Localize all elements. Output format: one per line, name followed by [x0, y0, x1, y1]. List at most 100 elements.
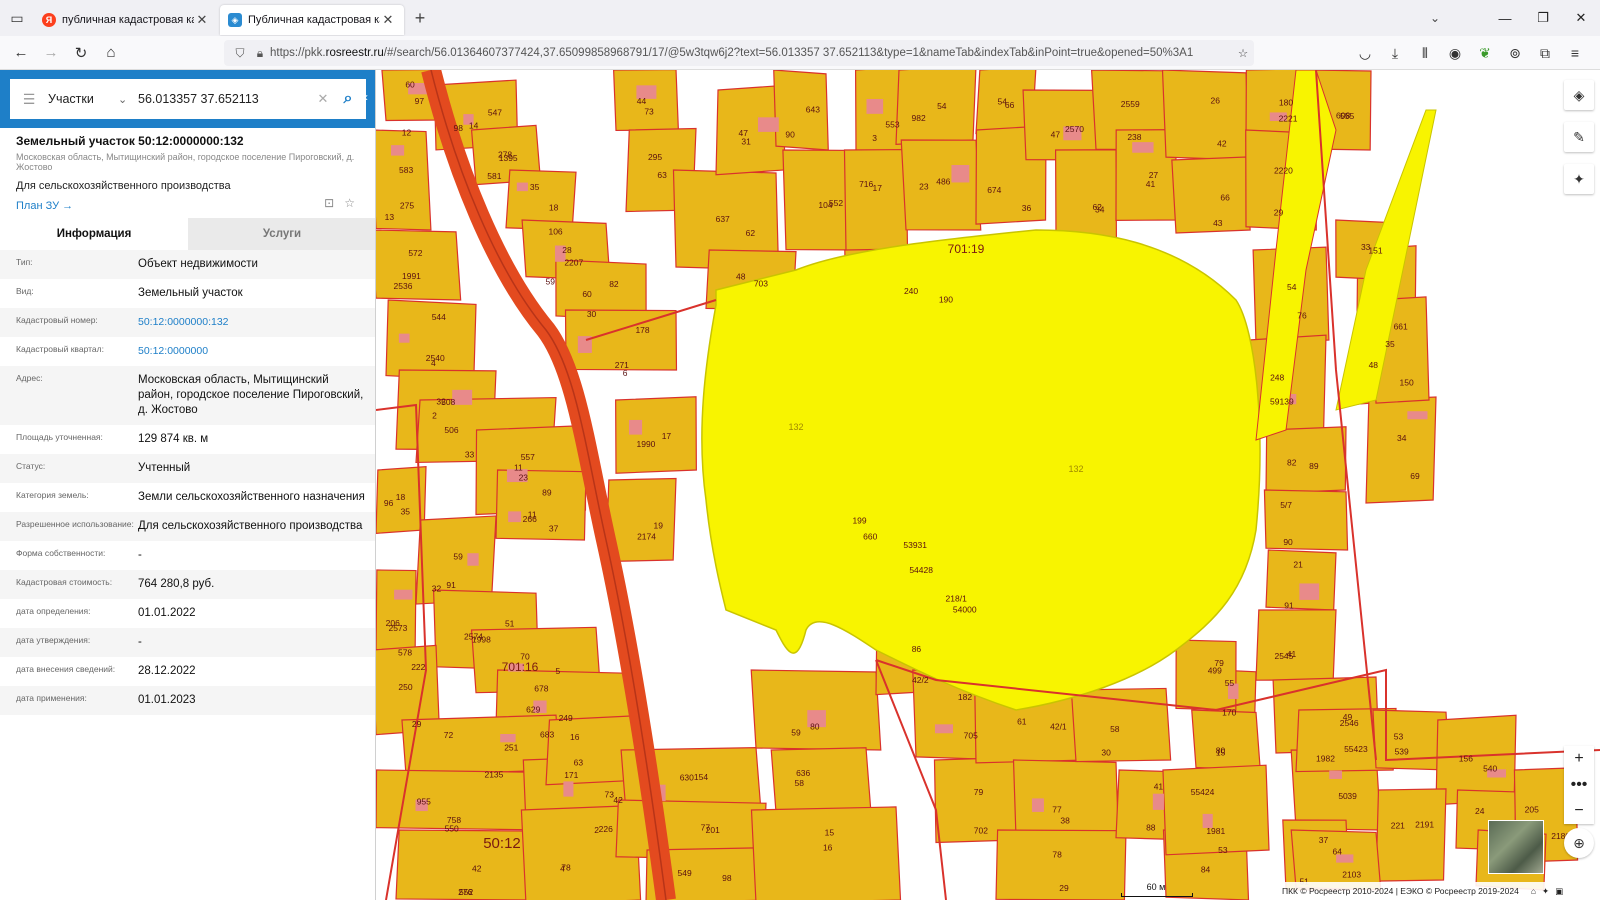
parcel-number-label: 54	[1287, 282, 1297, 292]
new-tab-button[interactable]: +	[406, 8, 434, 29]
tab-pkk[interactable]: ◈ Публичная кадастровая карта ✕	[220, 5, 404, 35]
tab-yandex[interactable]: Я публичная кадастровая карта ✕	[34, 5, 218, 35]
layers-icon[interactable]: ◈	[1564, 80, 1594, 110]
info-row-link[interactable]: 50:12:0000000	[138, 344, 366, 359]
home-icon[interactable]: ⌂	[96, 38, 126, 68]
parcel-number-label: 16	[823, 843, 833, 853]
compass-icon[interactable]: ⊕	[1564, 828, 1594, 858]
parcel-number-label: 583	[399, 165, 413, 175]
map-canvas[interactable]: 6054713953528821785835725445085065571118…	[376, 70, 1600, 900]
extensions-icon[interactable]: ⧉	[1530, 45, 1560, 62]
forward-icon[interactable]: →	[36, 38, 66, 68]
clear-icon[interactable]: ✕	[312, 91, 334, 107]
bookmark-star-icon[interactable]: ☆	[1232, 46, 1254, 60]
info-row-label: Вид:	[16, 286, 34, 296]
parcel-number-label: 54000	[953, 604, 977, 614]
url-text[interactable]: https://pkk.rosreestr.ru/#/search/56.013…	[270, 47, 1232, 59]
info-row-label: Кадастровый квартал:	[16, 344, 104, 354]
parcel-number-label: 151	[1368, 245, 1382, 255]
parcel-number-label: 2207	[564, 258, 583, 268]
search-icon[interactable]: ⌕	[334, 90, 362, 108]
zoom-out-icon[interactable]: −	[1564, 798, 1594, 824]
parcel-number-label: 55424	[1191, 787, 1215, 797]
url-bar[interactable]: ⛉ 🔒︎ https://pkk.rosreestr.ru/#/search/5…	[224, 40, 1254, 66]
parcel-number-label: 106	[548, 227, 562, 237]
parcel-number-label: 572	[408, 248, 422, 258]
parcel-number-label: 59	[546, 276, 556, 286]
selected-parcel-132	[701, 229, 1261, 711]
print-icon[interactable]: ▣	[1555, 886, 1563, 897]
parcel-number-label: 199	[852, 516, 866, 526]
parcel-number-label: 35	[530, 182, 540, 192]
minimize-icon[interactable]: —	[1486, 0, 1524, 36]
pocket-icon[interactable]: ◡	[1350, 45, 1380, 62]
search-category[interactable]: Участки	[48, 92, 118, 106]
parcel-number-label: 249	[559, 713, 573, 723]
parcel-number-label: 30	[587, 309, 597, 319]
tab-title: Публичная кадастровая карта	[248, 14, 380, 26]
parcel-polygon	[1191, 709, 1261, 771]
favorite-star-icon[interactable]: ☆	[344, 196, 355, 210]
info-row-label: дата определения:	[16, 606, 91, 616]
parcel-number-label: 42	[472, 864, 482, 874]
info-row-link[interactable]: 50:12:0000000:132	[138, 315, 366, 330]
back-icon[interactable]: ←	[6, 38, 36, 68]
close-window-icon[interactable]: ✕	[1562, 0, 1600, 36]
collapse-panel-icon[interactable]: ‹	[364, 90, 375, 108]
locate-icon[interactable]: ✦	[1564, 164, 1594, 194]
extension-leaf-icon[interactable]: ❦	[1470, 45, 1500, 62]
parcel-number-label: 506	[444, 425, 458, 435]
parcel-number-label: 19	[654, 521, 664, 531]
scale-line	[1121, 893, 1193, 897]
plan-link[interactable]: План ЗУ →	[16, 200, 366, 212]
parcel-number-label: 266	[523, 514, 537, 524]
satellite-basemap-thumbnail[interactable]	[1488, 820, 1544, 874]
tab-list-icon[interactable]: ▭	[0, 0, 34, 36]
parcel-number-label: 2220	[1274, 165, 1293, 175]
zoom-in-icon[interactable]: +	[1564, 746, 1594, 772]
download-icon[interactable]: ⤓	[1380, 45, 1410, 62]
parcel-number-label: 982	[912, 113, 926, 123]
info-row: дата внесения сведений: 28.12.2022	[0, 657, 375, 686]
chevron-down-icon[interactable]: ⌄	[1420, 0, 1450, 36]
parcel-number-label: 38	[1060, 815, 1070, 825]
parcel-number-label: 18	[396, 492, 406, 502]
tab-information[interactable]: Информация	[0, 218, 188, 250]
building-shape	[391, 145, 405, 156]
parcel-number-label: 2570	[1065, 124, 1084, 134]
tab-services[interactable]: Услуги	[188, 218, 375, 250]
parcel-number-label: 24	[1475, 806, 1485, 816]
selected-parcel-label: 132	[788, 422, 803, 432]
menu-icon[interactable]: ≡	[1560, 45, 1590, 61]
yandex-favicon-icon: Я	[42, 13, 56, 27]
locate-small-icon[interactable]: ✦	[1542, 886, 1549, 897]
restore-icon[interactable]: ❐	[1524, 0, 1562, 36]
parcel-polygon	[1162, 764, 1270, 856]
parcel-number-label: 30	[1101, 747, 1111, 757]
account-icon[interactable]: ◉	[1440, 45, 1470, 62]
cadastral-map[interactable]: 60 547 1395 35 28 82 178 583 572 544 508 506 557 11 18…	[376, 70, 1600, 900]
parcel-number-label: 248	[1270, 373, 1284, 383]
sync-icon[interactable]: ⊚	[1500, 45, 1530, 62]
info-row: дата утверждения: -	[0, 628, 375, 657]
hamburger-icon[interactable]: ☰	[10, 91, 48, 108]
parcel-number-label: 226	[599, 824, 613, 834]
more-icon[interactable]: •••	[1564, 772, 1594, 798]
info-panel: ☰ Участки ⌄ ✕ ⌕ ‹ Земельный участок 50:1…	[0, 70, 376, 900]
home-icon[interactable]: ⌂	[1531, 886, 1536, 896]
building-shape	[398, 333, 410, 343]
library-icon[interactable]: ⫴	[1410, 45, 1440, 62]
tab-close-icon[interactable]: ✕	[194, 12, 210, 28]
chevron-down-icon[interactable]: ⌄	[118, 93, 134, 106]
reload-icon[interactable]: ↻	[66, 38, 96, 68]
parcel-number-label: 26	[1211, 96, 1221, 106]
zoom-to-object-icon[interactable]: ⊡	[324, 196, 334, 210]
lock-icon[interactable]: 🔒︎	[250, 46, 270, 61]
parcel-polygon	[750, 669, 882, 751]
search-input[interactable]	[134, 92, 312, 106]
tab-close-icon[interactable]: ✕	[380, 12, 396, 28]
parcel-number-label: 13	[385, 212, 395, 222]
parcel-number-label: 35	[401, 506, 411, 516]
ruler-icon[interactable]: ✎	[1564, 122, 1594, 152]
shield-icon[interactable]: ⛉	[230, 46, 250, 61]
